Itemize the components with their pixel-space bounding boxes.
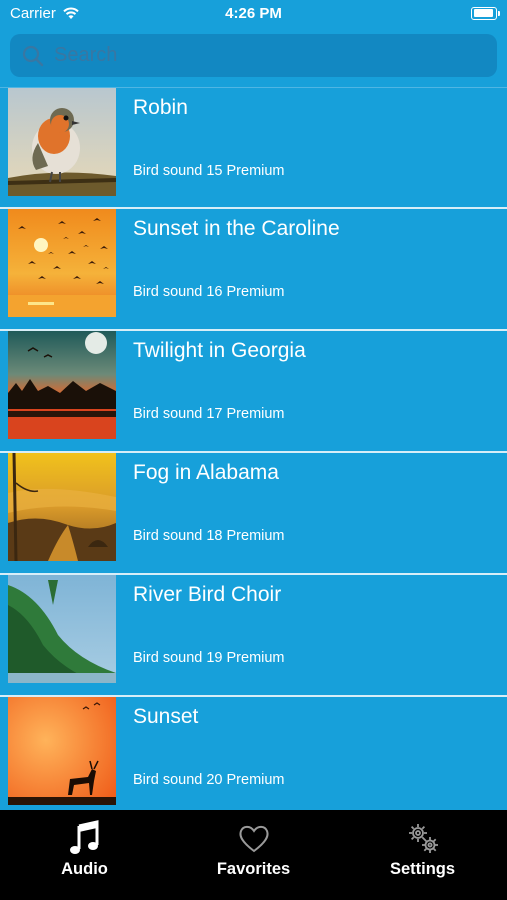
sunset-birds-thumbnail	[8, 209, 116, 317]
item-title: Robin	[133, 96, 188, 119]
list-item[interactable]: River Bird Choir Bird sound 19 Premium	[0, 575, 507, 697]
sound-list: Robin Bird sound 15 Premium Sunset in th…	[0, 87, 507, 819]
tab-label: Settings	[389, 860, 456, 878]
music-note-icon	[69, 820, 98, 854]
item-subtitle: Bird sound 18 Premium	[133, 528, 285, 544]
status-bar: Carrier 4:26 PM	[0, 0, 507, 26]
robin-thumbnail	[8, 88, 116, 196]
tab-favorites[interactable]: Favorites	[169, 810, 338, 900]
item-subtitle: Bird sound 16 Premium	[133, 284, 285, 300]
list-item[interactable]: Sunset Bird sound 20 Premium	[0, 697, 507, 819]
list-item[interactable]: Robin Bird sound 15 Premium	[0, 87, 507, 209]
tab-label: Favorites	[216, 860, 291, 878]
item-title: Fog in Alabama	[133, 461, 279, 484]
sunset-deer-thumbnail	[8, 697, 116, 805]
clock: 4:26 PM	[225, 4, 282, 22]
item-title: Twilight in Georgia	[133, 339, 306, 362]
fog-thumbnail	[8, 453, 116, 561]
item-title: Sunset in the Caroline	[133, 217, 340, 240]
item-subtitle: Bird sound 20 Premium	[133, 772, 285, 788]
item-subtitle: Bird sound 17 Premium	[133, 406, 285, 422]
item-subtitle: Bird sound 19 Premium	[133, 650, 285, 666]
list-item[interactable]: Twilight in Georgia Bird sound 17 Premiu…	[0, 331, 507, 453]
item-subtitle: Bird sound 15 Premium	[133, 163, 285, 179]
tab-label: Audio	[61, 860, 108, 878]
search-icon	[22, 45, 44, 66]
tab-settings[interactable]: Settings	[338, 810, 507, 900]
item-title: River Bird Choir	[133, 583, 282, 606]
search-bar[interactable]	[10, 34, 497, 77]
list-item[interactable]: Fog in Alabama Bird sound 18 Premium	[0, 453, 507, 575]
twilight-thumbnail	[8, 331, 116, 439]
gears-icon	[408, 824, 438, 853]
item-title: Sunset	[133, 705, 199, 728]
battery-icon	[471, 6, 500, 20]
tab-audio[interactable]: Audio	[0, 810, 169, 900]
tab-bar: Audio Favorites Settings	[0, 810, 507, 900]
heart-icon	[238, 825, 269, 853]
search-input[interactable]	[52, 43, 476, 68]
list-item[interactable]: Sunset in the Caroline Bird sound 16 Pre…	[0, 209, 507, 331]
river-thumbnail	[8, 575, 116, 683]
